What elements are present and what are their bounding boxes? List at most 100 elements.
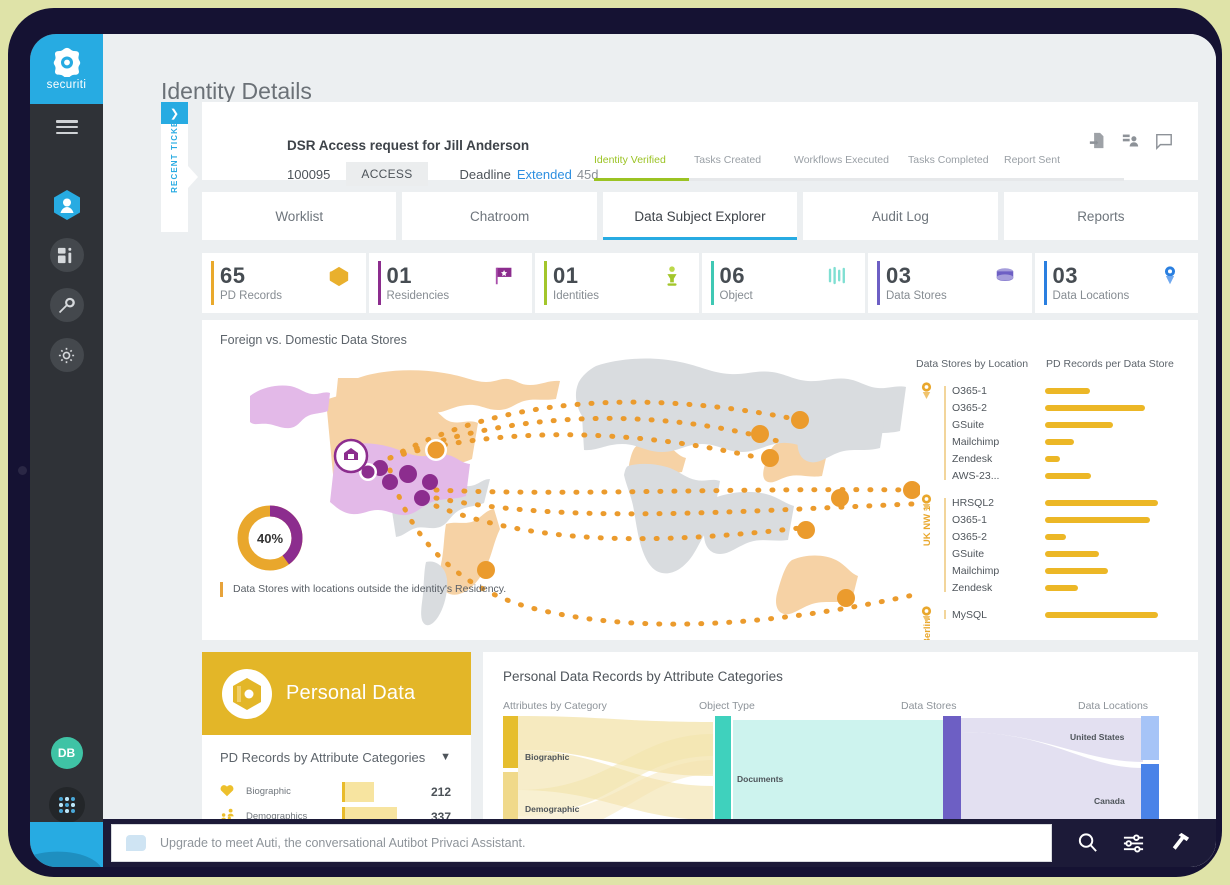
kpi-card-residencies[interactable]: 01 Residencies <box>368 253 532 313</box>
left-nav-rail: securiti DB <box>30 34 103 867</box>
store-row[interactable]: GSuite <box>952 545 1198 562</box>
hammer-icon[interactable] <box>1168 831 1192 855</box>
apps-grid-icon[interactable] <box>48 787 85 823</box>
page-title: Identity Details <box>161 78 312 104</box>
tab-audit-log[interactable]: Audit Log <box>803 192 998 240</box>
map-pin-icon <box>920 606 933 629</box>
settings-gear-icon <box>58 347 75 363</box>
heart-icon <box>220 784 246 800</box>
store-name: Zendesk <box>952 452 993 465</box>
sankey-column-header: Data Locations <box>1078 700 1149 712</box>
store-records-bar <box>1045 533 1066 540</box>
personal-data-header: Personal Data <box>202 652 471 735</box>
store-row[interactable]: O365-2 <box>952 528 1198 545</box>
dashboard-icon <box>57 247 72 263</box>
ticket-actions <box>1087 130 1174 151</box>
kpi-card-data-locations[interactable]: 03 Data Locations <box>1034 253 1198 313</box>
store-name: MySQL <box>952 608 988 621</box>
stores-col-right: PD Records per Data Store <box>1046 358 1174 370</box>
store-row[interactable]: Mailchimp <box>952 562 1198 579</box>
store-name: Zendesk <box>952 581 993 594</box>
kpi-card-object[interactable]: 06 Object <box>701 253 865 313</box>
kpi-accent <box>377 261 381 305</box>
sliders-icon[interactable] <box>1122 831 1146 855</box>
store-row[interactable]: GSuite <box>952 416 1198 433</box>
securiti-logo-icon <box>53 47 80 77</box>
chevron-right-icon[interactable]: ❯ <box>161 102 188 124</box>
store-row[interactable]: AWS-23... <box>952 467 1198 484</box>
tab-reports[interactable]: Reports <box>1003 192 1199 240</box>
sidebar-item-dashboard[interactable] <box>49 238 84 272</box>
chat-bubble-icon <box>126 835 146 851</box>
location-group: MySQL <box>916 606 1198 623</box>
chevron-down-icon[interactable]: ▼ <box>440 751 451 763</box>
sankey-column-header: Object Type <box>699 700 755 712</box>
search-icon[interactable] <box>1076 831 1100 855</box>
sliders-glyph-icon <box>1123 834 1144 853</box>
chat-placeholder: Upgrade to meet Auti, the conversational… <box>160 836 526 850</box>
tab-data-subject-explorer[interactable]: Data Subject Explorer <box>602 192 798 240</box>
map-pin-icon <box>920 382 933 405</box>
tab-chatroom[interactable]: Chatroom <box>402 192 597 240</box>
deadline-label: Deadline <box>459 166 511 182</box>
pd-category-value: 212 <box>430 784 451 799</box>
store-name: O365-2 <box>952 401 988 414</box>
tablet-bezel: securiti DB Identity Details RECENT TICK… <box>8 8 1222 877</box>
stores-column-headers: Data Stores by Location PD Records per D… <box>916 358 1198 370</box>
avatar[interactable]: DB <box>50 737 83 769</box>
store-row[interactable]: O365-1 <box>952 511 1198 528</box>
store-row[interactable]: Zendesk <box>952 579 1198 596</box>
location-group: Germany, BerlinHRSQL2O365-1O365-2GSuiteM… <box>916 494 1198 640</box>
kpi-accent <box>211 261 214 305</box>
comment-icon[interactable] <box>1153 130 1174 151</box>
sankey-column-header: Data Stores <box>901 700 957 712</box>
donut-caption: Data Stores with locations outside the i… <box>220 582 506 597</box>
chat-input[interactable]: Upgrade to meet Auti, the conversational… <box>111 824 1052 862</box>
pd-record-row[interactable]: Biographic 212 <box>202 779 471 804</box>
store-row[interactable]: O365-1 <box>952 382 1198 399</box>
kpi-label: Residencies <box>386 289 450 302</box>
personal-data-hex-icon <box>222 668 272 719</box>
rail-bottom-group: DB <box>30 737 103 823</box>
sidebar-item-settings[interactable] <box>49 338 84 372</box>
tab-worklist[interactable]: Worklist <box>202 192 397 240</box>
progress-fill <box>594 178 690 181</box>
store-records-bar <box>1045 611 1158 618</box>
apps-grid-glyph-icon <box>58 797 75 813</box>
foreign-domestic-donut: 40% <box>234 502 306 579</box>
map-panel-title: Foreign vs. Domestic Data Stores <box>220 333 407 347</box>
sidebar-item-tools[interactable] <box>49 288 84 322</box>
store-name: HRSQL2 <box>952 496 995 509</box>
hexagon-privacy-icon <box>53 190 80 220</box>
store-records-bar <box>1045 387 1090 394</box>
rail-bottom-decoration <box>30 822 103 867</box>
hamburger-icon[interactable] <box>55 120 78 134</box>
kpi-accent <box>877 261 880 305</box>
ticket-id: 100095 <box>287 166 331 182</box>
brand-logo[interactable]: securiti <box>30 34 103 104</box>
store-records-bar <box>1045 584 1078 591</box>
map-pin-icon <box>920 494 933 517</box>
store-row[interactable]: Zendesk <box>952 450 1198 467</box>
store-row[interactable]: HRSQL2 <box>952 494 1198 511</box>
bottom-bar-actions <box>1052 831 1216 855</box>
store-row[interactable]: MySQL <box>952 606 1198 623</box>
sidebar-item-privacy[interactable] <box>50 188 84 222</box>
kpi-label: Data Locations <box>1052 289 1130 302</box>
kpi-card-pd-records[interactable]: 65 PD Records <box>202 253 366 313</box>
store-records-bar <box>1045 567 1108 574</box>
store-name: O365-1 <box>952 513 988 526</box>
kpi-card-identities[interactable]: 01 Identities <box>535 253 699 313</box>
export-file-icon[interactable] <box>1087 130 1108 151</box>
kpi-accent <box>1043 261 1047 305</box>
kpi-card-data-stores[interactable]: 03 Data Stores <box>868 253 1032 313</box>
main-tabs: Worklist Chatroom Data Subject Explorer Aud… <box>202 192 1199 240</box>
store-row[interactable]: Mailchimp <box>952 433 1198 450</box>
deadline-state[interactable]: Extended <box>517 167 572 182</box>
progress-step-1: Identity Verified <box>594 154 666 166</box>
pd-records-section-header[interactable]: PD Records by Attribute Categories ▼ <box>202 735 471 779</box>
map-panel: Foreign vs. Domestic Data Stores 40% Dat… <box>202 320 1198 640</box>
store-row[interactable]: O365-2 <box>952 399 1198 416</box>
assign-user-icon[interactable] <box>1120 130 1141 151</box>
store-name: GSuite <box>952 418 985 431</box>
